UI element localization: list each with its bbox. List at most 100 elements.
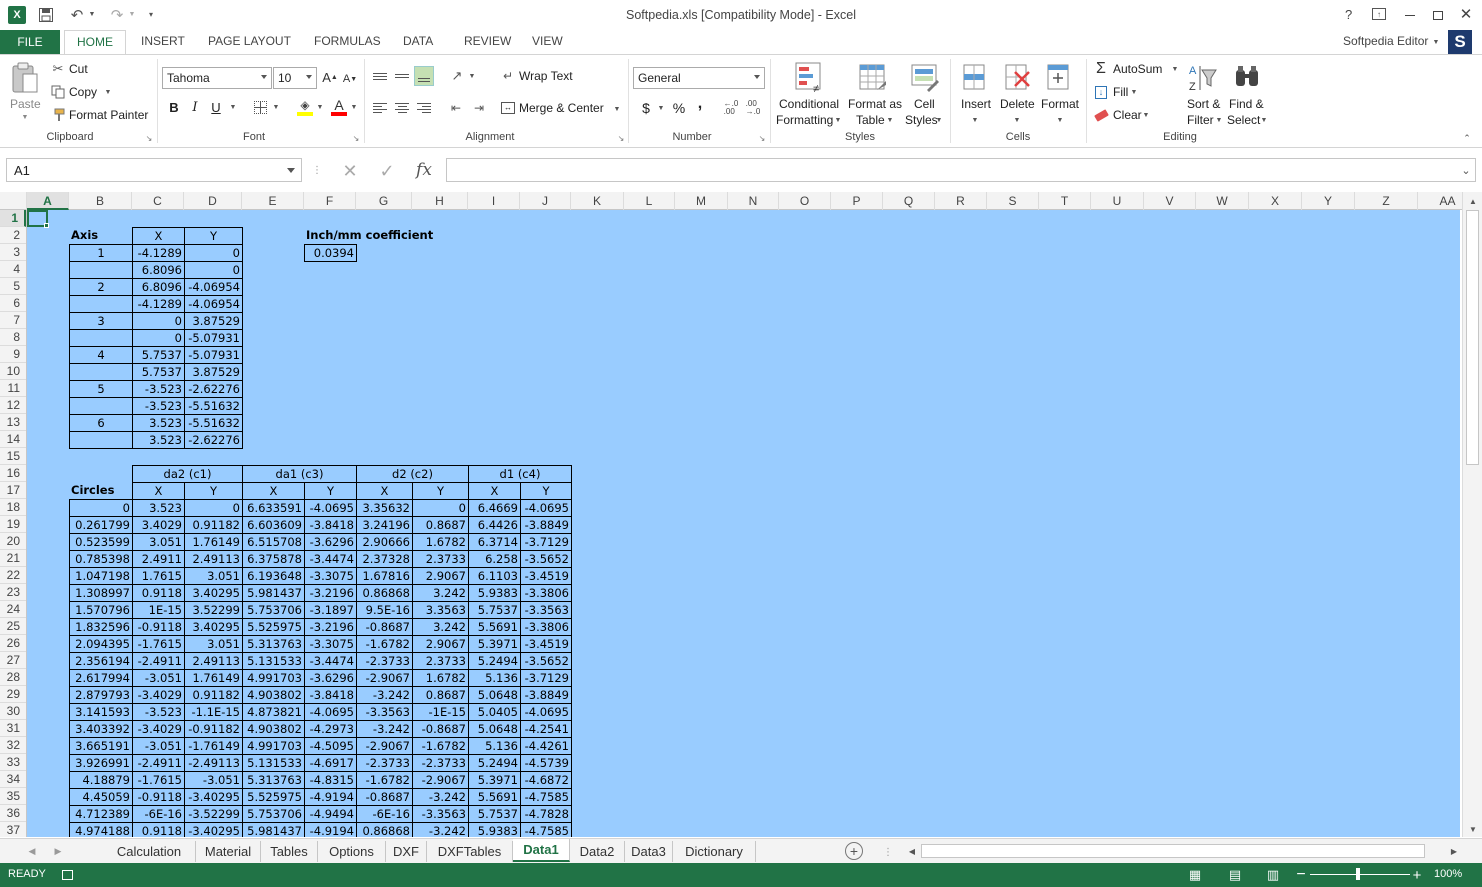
column-header-z[interactable]: Z <box>1355 192 1418 210</box>
circles-value-cell[interactable]: 5.136 <box>468 669 521 687</box>
circles-value-cell[interactable]: -3.242 <box>356 720 413 738</box>
align-top-icon[interactable] <box>371 67 389 85</box>
circles-angle-cell[interactable]: 4.712389 <box>69 805 133 823</box>
circles-value-cell[interactable]: -3.4029 <box>132 686 185 704</box>
sheet-tab-options[interactable]: Options <box>318 841 386 862</box>
circles-angle-cell[interactable]: 4.18879 <box>69 771 133 789</box>
axis-number-cell[interactable]: 5 <box>69 380 133 398</box>
help-button[interactable]: ? <box>1345 7 1352 22</box>
axis-y-cell[interactable]: -5.07931 <box>184 329 243 347</box>
circles-value-cell[interactable]: -3.3075 <box>304 635 357 653</box>
clipboard-launcher-icon[interactable]: ↘ <box>145 134 153 143</box>
axis-number-cell[interactable]: 4 <box>69 346 133 364</box>
cell-styles-icon[interactable] <box>910 61 940 95</box>
circles-group-header[interactable]: da2 (c1) <box>132 465 243 483</box>
number-launcher-icon[interactable]: ↘ <box>758 134 766 143</box>
page-break-view-icon[interactable]: ▥ <box>1264 866 1282 884</box>
tab-insert[interactable]: INSERT <box>141 34 185 48</box>
circles-value-cell[interactable]: -1.6782 <box>356 635 413 653</box>
axis-x-cell[interactable]: -3.523 <box>132 380 185 398</box>
circles-value-cell[interactable]: -1.6782 <box>412 737 469 755</box>
circles-value-cell[interactable]: 6.3714 <box>468 533 521 551</box>
formula-bar-handle-icon[interactable]: ⋮ <box>312 162 322 178</box>
axis-y-cell[interactable]: -4.06954 <box>184 295 243 313</box>
merge-dropdown-icon[interactable]: ▼ <box>613 105 621 113</box>
axis-y-cell[interactable]: 3.87529 <box>184 363 243 381</box>
circles-value-cell[interactable]: 5.0648 <box>468 720 521 738</box>
circles-value-cell[interactable]: 5.981437 <box>242 822 305 837</box>
circles-subheader[interactable]: Y <box>520 482 572 500</box>
circles-value-cell[interactable]: 6.633591 <box>242 499 305 517</box>
circles-value-cell[interactable]: -4.0695 <box>304 703 357 721</box>
circles-value-cell[interactable]: -6E-16 <box>132 805 185 823</box>
tab-file[interactable]: FILE <box>0 30 60 54</box>
circles-value-cell[interactable]: -2.4911 <box>132 652 185 670</box>
row-header-21[interactable]: 21 <box>0 550 26 567</box>
row-header-15[interactable]: 15 <box>0 448 26 465</box>
percent-button[interactable]: % <box>671 99 687 117</box>
circles-angle-cell[interactable]: 0.261799 <box>69 516 133 534</box>
circles-subheader[interactable]: X <box>356 482 413 500</box>
row-header-37[interactable]: 37 <box>0 822 26 837</box>
circles-angle-cell[interactable]: 1.047198 <box>69 567 133 585</box>
circles-value-cell[interactable]: 0.8687 <box>412 516 469 534</box>
circles-value-cell[interactable]: -3.40295 <box>184 822 243 837</box>
column-header-h[interactable]: H <box>412 192 468 210</box>
increase-indent-icon[interactable]: ⇥ <box>470 99 488 117</box>
decrease-indent-icon[interactable]: ⇤ <box>447 99 465 117</box>
macro-recording-icon[interactable] <box>60 868 74 882</box>
row-header-19[interactable]: 19 <box>0 516 26 533</box>
circles-value-cell[interactable]: 2.49113 <box>184 652 243 670</box>
column-header-t[interactable]: T <box>1039 192 1091 210</box>
fill-color-dropdown-icon[interactable]: ▼ <box>316 103 324 111</box>
circles-value-cell[interactable]: 4.903802 <box>242 720 305 738</box>
avatar[interactable]: S <box>1448 30 1472 54</box>
circles-value-cell[interactable]: 3.40295 <box>184 584 243 602</box>
circles-value-cell[interactable]: -4.7828 <box>520 805 572 823</box>
circles-value-cell[interactable]: -1.7615 <box>132 635 185 653</box>
bold-button[interactable]: B <box>166 98 182 116</box>
row-header-1[interactable]: 1 <box>0 210 26 227</box>
wrap-text-button[interactable]: Wrap Text <box>519 69 573 83</box>
circles-value-cell[interactable]: 5.131533 <box>242 754 305 772</box>
axis-number-cell[interactable] <box>69 329 133 347</box>
axis-number-cell[interactable]: 1 <box>69 244 133 262</box>
horizontal-scrollbar[interactable]: ◀ ▶ <box>905 842 1463 860</box>
paste-icon[interactable] <box>10 61 40 95</box>
font-size-select[interactable]: 10 <box>273 67 317 89</box>
column-header-s[interactable]: S <box>987 192 1039 210</box>
circles-value-cell[interactable]: 1.76149 <box>184 533 243 551</box>
circles-value-cell[interactable]: 5.9383 <box>468 584 521 602</box>
conditional-formatting-label-1[interactable]: Conditional <box>779 97 839 111</box>
row-header-30[interactable]: 30 <box>0 703 26 720</box>
fill-dropdown-icon[interactable]: ▼ <box>1130 88 1138 96</box>
row-header-11[interactable]: 11 <box>0 380 26 397</box>
circles-value-cell[interactable]: -3.4519 <box>520 567 572 585</box>
circles-value-cell[interactable]: 4.991703 <box>242 737 305 755</box>
axis-number-cell[interactable] <box>69 397 133 415</box>
minimize-icon[interactable] <box>1400 7 1420 23</box>
circles-value-cell[interactable]: -3.4474 <box>304 550 357 568</box>
circles-value-cell[interactable]: -4.7585 <box>520 822 572 837</box>
circles-value-cell[interactable]: -0.8687 <box>356 618 413 636</box>
cell-styles-label-1[interactable]: Cell <box>914 97 935 111</box>
circles-angle-cell[interactable]: 2.356194 <box>69 652 133 670</box>
row-header-8[interactable]: 8 <box>0 329 26 346</box>
circles-value-cell[interactable]: -2.9067 <box>356 669 413 687</box>
row-header-36[interactable]: 36 <box>0 805 26 822</box>
circles-value-cell[interactable]: -2.3733 <box>412 754 469 772</box>
circles-value-cell[interactable]: -2.3733 <box>356 754 413 772</box>
previous-sheet-icon[interactable]: ◀ <box>26 844 38 858</box>
circles-value-cell[interactable]: 2.49113 <box>184 550 243 568</box>
circles-value-cell[interactable]: 0.91182 <box>184 516 243 534</box>
autosum-button[interactable]: AutoSum <box>1113 62 1162 76</box>
column-header-n[interactable]: N <box>728 192 779 210</box>
conditional-formatting-button[interactable]: Formatting <box>776 113 833 127</box>
format-as-table-icon[interactable] <box>858 61 888 95</box>
fill-icon[interactable]: ↓ <box>1093 84 1109 100</box>
circles-value-cell[interactable]: 2.9067 <box>412 635 469 653</box>
axis-y-cell[interactable]: 0 <box>184 244 243 262</box>
find-select-button[interactable]: Select <box>1227 113 1260 127</box>
page-layout-view-icon[interactable]: ▤ <box>1226 866 1244 884</box>
sheet-tab-tables[interactable]: Tables <box>261 841 318 862</box>
